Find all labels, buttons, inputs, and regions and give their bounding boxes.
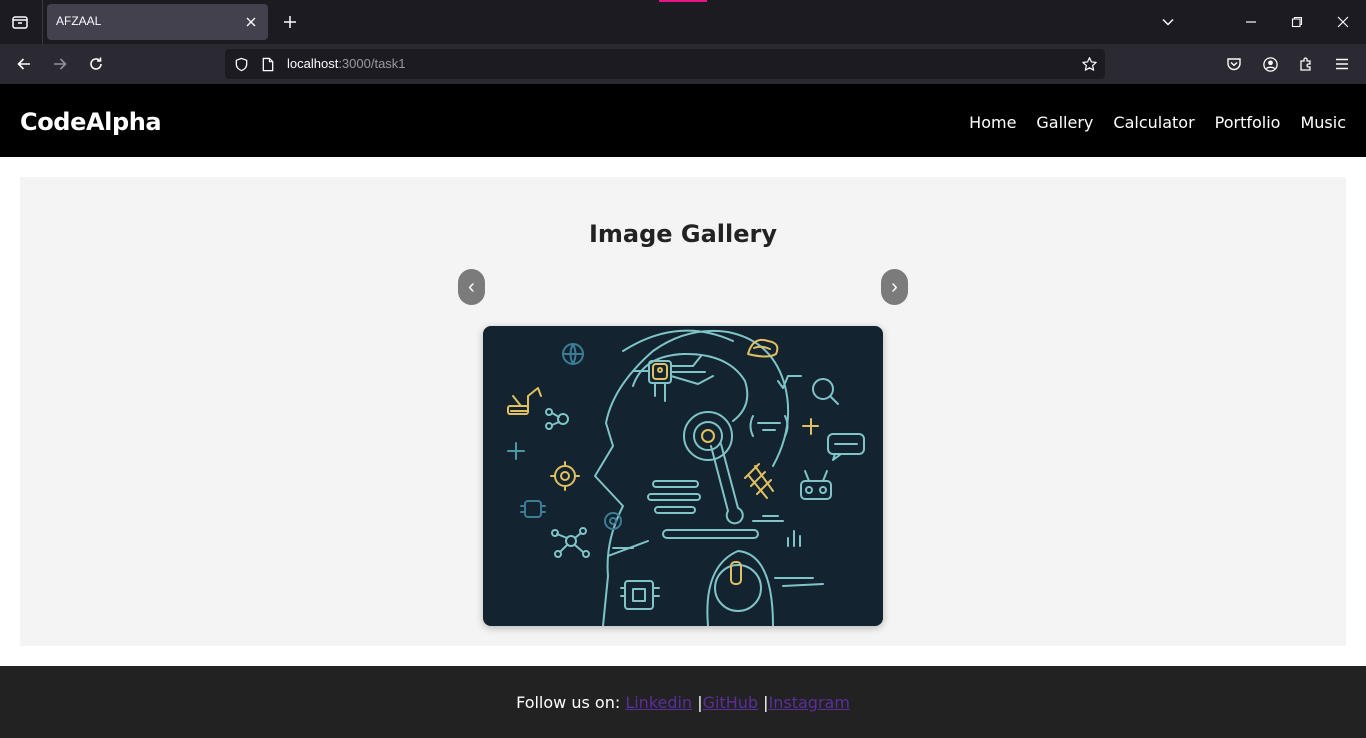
tab-close-icon[interactable] xyxy=(242,13,260,31)
footer-link-instagram[interactable]: Instagram xyxy=(769,693,850,712)
url-host: localhost xyxy=(287,56,339,71)
restore-icon[interactable] xyxy=(1285,10,1309,34)
nav-link-home[interactable]: Home xyxy=(969,113,1016,132)
gallery-title: Image Gallery xyxy=(588,220,778,248)
browser-tab-bar: AFZAAL xyxy=(0,0,1366,44)
nav-link-music[interactable]: Music xyxy=(1300,113,1346,132)
nav-link-calculator[interactable]: Calculator xyxy=(1113,113,1194,132)
list-all-tabs-chevron-icon[interactable] xyxy=(1156,10,1180,34)
account-icon[interactable] xyxy=(1258,52,1282,76)
gallery-image xyxy=(483,326,883,626)
next-image-button[interactable]: › xyxy=(881,269,908,305)
extensions-puzzle-icon[interactable] xyxy=(1294,52,1318,76)
tab-title: AFZAAL xyxy=(56,14,102,28)
ai-head-illustration xyxy=(507,329,865,626)
footer-text: Follow us on: Linkedin |GitHub |Instagra… xyxy=(0,693,1366,712)
shield-icon[interactable] xyxy=(233,56,249,72)
tab-separator xyxy=(42,0,43,44)
nav-link-portfolio[interactable]: Portfolio xyxy=(1215,113,1281,132)
new-tab-plus-icon[interactable] xyxy=(279,11,301,33)
url-path: :3000/task1 xyxy=(338,56,406,71)
site-logo[interactable]: CodeAlpha xyxy=(20,108,162,136)
image-gallery-section: Image Gallery ‹ › xyxy=(20,177,1346,646)
forward-arrow-icon[interactable] xyxy=(48,52,72,76)
tab-accent-line xyxy=(659,0,707,2)
hamburger-menu-icon[interactable] xyxy=(1330,52,1354,76)
footer-link-github[interactable]: GitHub xyxy=(703,693,758,712)
footer-follow-label: Follow us on: xyxy=(516,693,626,712)
site-footer: Follow us on: Linkedin |GitHub |Instagra… xyxy=(0,666,1366,738)
back-arrow-icon[interactable] xyxy=(12,52,36,76)
address-bar[interactable]: localhost:3000/task1 xyxy=(225,49,1105,79)
tab-manager-icon[interactable] xyxy=(8,10,32,34)
reload-icon[interactable] xyxy=(84,52,108,76)
site-header: CodeAlpha Home Gallery Calculator Portfo… xyxy=(0,84,1366,157)
browser-tab-active[interactable]: AFZAAL xyxy=(47,4,268,40)
minimize-icon[interactable] xyxy=(1239,10,1263,34)
bookmark-star-icon[interactable] xyxy=(1080,55,1098,73)
site-nav: Home Gallery Calculator Portfolio Music xyxy=(969,113,1346,132)
prev-image-button[interactable]: ‹ xyxy=(458,269,485,305)
browser-toolbar: localhost:3000/task1 xyxy=(0,44,1366,84)
footer-link-linkedin[interactable]: Linkedin xyxy=(625,693,692,712)
close-window-icon[interactable] xyxy=(1331,10,1355,34)
url-text[interactable]: localhost:3000/task1 xyxy=(287,56,406,71)
nav-link-gallery[interactable]: Gallery xyxy=(1036,113,1093,132)
pocket-icon[interactable] xyxy=(1222,52,1246,76)
page-info-icon[interactable] xyxy=(260,56,276,72)
